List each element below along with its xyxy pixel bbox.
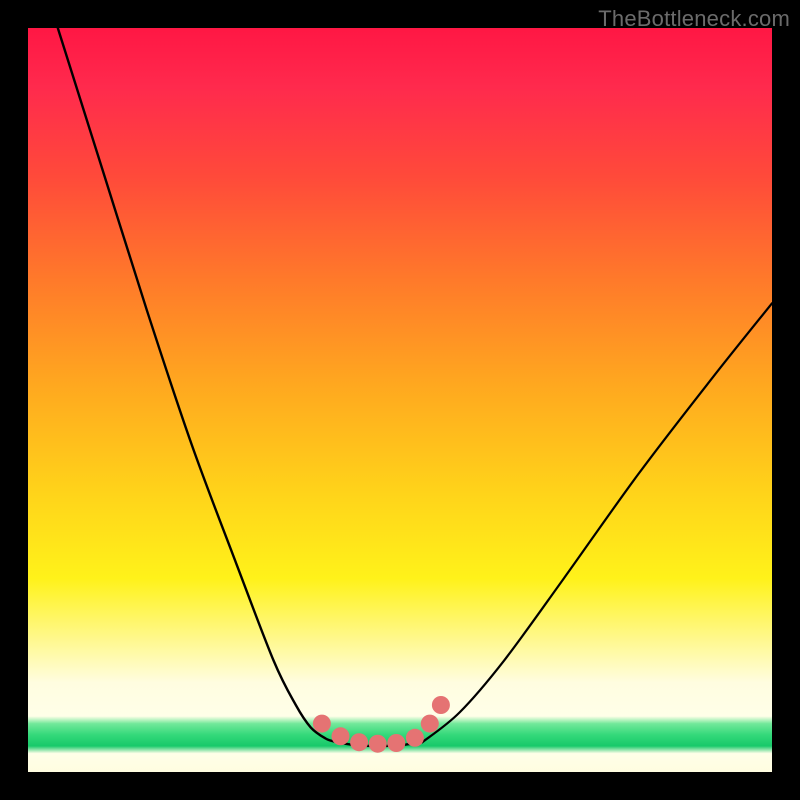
- valley-marker: [313, 715, 331, 733]
- valley-marker: [387, 734, 405, 752]
- curve-right-branch: [422, 303, 772, 742]
- valley-markers-group: [313, 696, 450, 753]
- valley-marker: [369, 735, 387, 753]
- chart-frame: TheBottleneck.com: [0, 0, 800, 800]
- valley-marker: [332, 727, 350, 745]
- curve-group: [58, 28, 772, 746]
- curve-left-branch: [58, 28, 337, 742]
- valley-marker: [421, 715, 439, 733]
- chart-svg: [28, 28, 772, 772]
- valley-marker: [350, 733, 368, 751]
- valley-marker: [432, 696, 450, 714]
- chart-plot-area: [28, 28, 772, 772]
- valley-marker: [406, 729, 424, 747]
